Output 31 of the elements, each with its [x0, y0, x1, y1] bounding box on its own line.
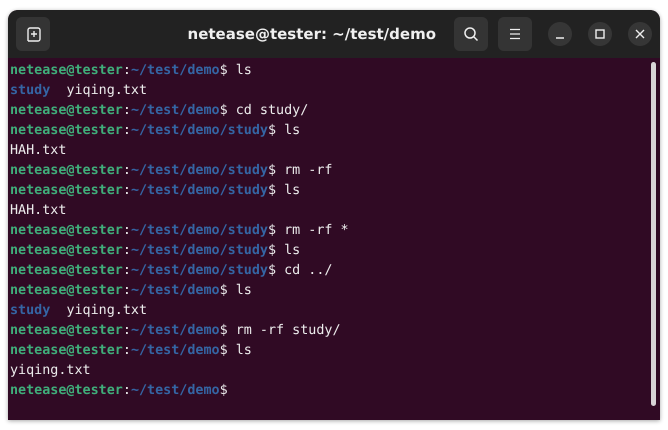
new-tab-button[interactable] — [16, 17, 50, 51]
maximize-icon — [595, 29, 605, 39]
close-button[interactable] — [628, 22, 652, 46]
close-icon — [635, 29, 645, 39]
terminal-line: yiqing.txt — [10, 362, 91, 380]
terminal-line: netease@tester:~/test/demo$ cd study/ — [10, 102, 308, 120]
minimize-button[interactable] — [548, 22, 572, 46]
menu-button[interactable] — [498, 17, 532, 51]
terminal-line: netease@tester:~/test/demo$ ls — [10, 62, 252, 80]
terminal-line: HAH.txt — [10, 142, 66, 160]
terminal-line: netease@tester:~/test/demo$ — [10, 382, 228, 400]
new-tab-icon — [25, 26, 41, 42]
terminal-line: netease@tester:~/test/demo/study$ ls — [10, 182, 300, 200]
scroll-bar[interactable] — [651, 62, 656, 406]
terminal-line: netease@tester:~/test/demo/study$ rm -rf — [10, 162, 332, 180]
terminal-line: netease@tester:~/test/demo$ rm -rf study/ — [10, 322, 341, 340]
terminal-line: netease@tester:~/test/demo$ ls — [10, 282, 252, 300]
terminal-line: netease@tester:~/test/demo/study$ cd ../ — [10, 262, 332, 280]
maximize-button[interactable] — [588, 22, 612, 46]
terminal-line: netease@tester:~/test/demo$ ls — [10, 342, 252, 360]
search-icon — [463, 26, 479, 42]
menu-icon — [508, 28, 522, 40]
terminal-line: study yiqing.txt — [10, 302, 148, 320]
window-title: netease@tester: ~/test/demo — [186, 25, 437, 43]
minimize-icon — [556, 36, 564, 38]
terminal-line: netease@tester:~/test/demo/study$ ls — [10, 242, 300, 260]
terminal-line: HAH.txt — [10, 202, 66, 220]
terminal-line: netease@tester:~/test/demo/study$ rm -rf * — [10, 222, 349, 240]
terminal-line: study yiqing.txt — [10, 82, 148, 100]
search-button[interactable] — [454, 17, 488, 51]
terminal-line: netease@tester:~/test/demo/study$ ls — [10, 122, 300, 140]
